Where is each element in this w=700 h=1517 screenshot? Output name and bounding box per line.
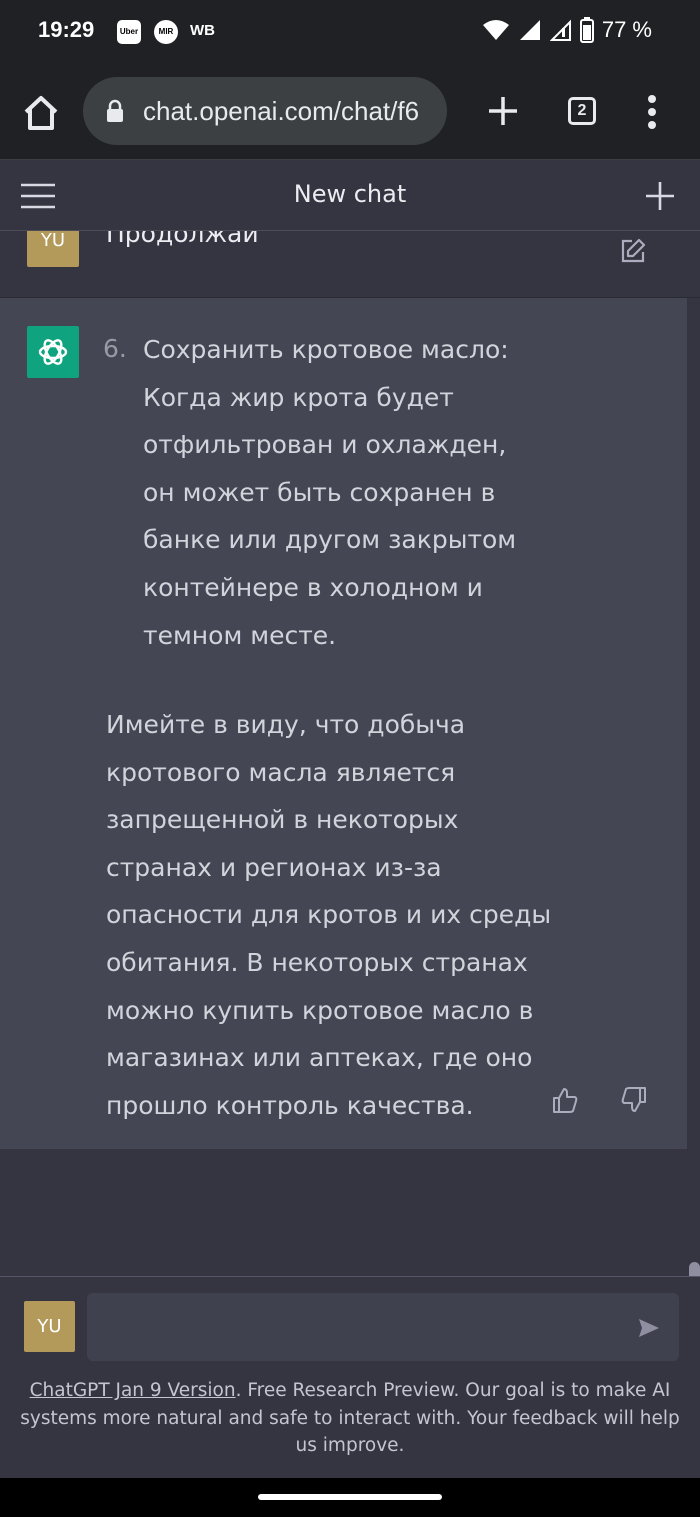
edit-icon[interactable] [620,238,646,264]
input-user-avatar: YU [24,1301,75,1352]
send-icon[interactable] [637,1316,661,1340]
wifi-icon [482,20,509,40]
user-message: YU Продолжай [0,231,700,298]
user-avatar: YU [27,231,79,267]
tab-switcher-button[interactable]: 2 [568,97,596,125]
footer-disclaimer: ChatGPT Jan 9 Version. Free Research Pre… [20,1377,680,1460]
version-link[interactable]: ChatGPT Jan 9 Version [30,1380,236,1401]
browser-toolbar: chat.openai.com/chat/f6 2 [0,64,700,160]
scrollbar-thumb[interactable] [689,1262,700,1276]
wb-app-icon: WB [190,22,215,39]
battery-icon [579,17,594,43]
list-number: 6. [103,334,127,363]
openai-logo-icon [38,339,68,365]
assistant-message: 6. Сохранить кротовое масло: Когда жир к… [0,298,687,1149]
plus-icon[interactable] [485,93,521,129]
home-gesture-pill[interactable] [258,1494,442,1500]
chat-header: New chat [0,160,700,231]
input-area: YU ChatGPT Jan 9 Version. Free Research … [0,1276,700,1479]
chatgpt-avatar [27,326,79,378]
new-chat-plus-icon[interactable] [645,181,675,211]
chat-title: New chat [293,180,407,208]
signal-2-icon [549,19,571,41]
thumbs-up-icon[interactable] [551,1086,579,1114]
more-vert-icon[interactable] [646,94,658,130]
status-right: 77 % [482,17,652,43]
status-bar: 19:29 Uber MIR WB 77 % [0,0,700,64]
lock-icon [107,99,123,122]
url-text: chat.openai.com/chat/f6 [143,96,420,126]
mir-app-icon: MIR [154,20,178,44]
uber-app-icon: Uber [117,20,141,44]
assistant-paragraph: Имейте в виду, что добыча кротового масл… [106,710,552,1120]
status-time: 19:29 [38,17,95,42]
signal-icon [519,20,540,40]
list-item-text: Сохранить кротовое масло: Когда жир крот… [143,335,517,650]
url-bar[interactable]: chat.openai.com/chat/f6 [83,77,447,145]
android-nav-bar [0,1478,700,1517]
message-input[interactable] [87,1293,679,1361]
home-icon[interactable] [20,92,62,134]
battery-percent: 77 % [601,17,652,42]
thumbs-down-icon[interactable] [620,1086,648,1114]
user-message-text: Продолжай [106,231,259,248]
